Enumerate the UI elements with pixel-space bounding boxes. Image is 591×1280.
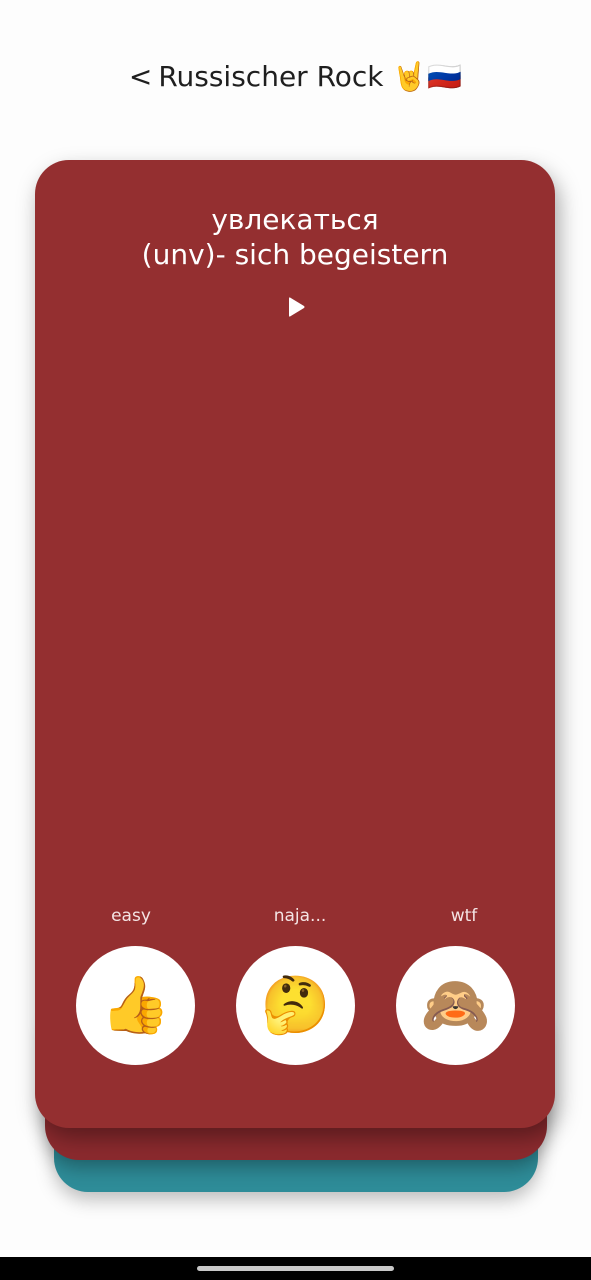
play-icon[interactable] — [288, 296, 306, 318]
home-indicator[interactable] — [197, 1266, 394, 1271]
thumbs-up-icon: 👍 — [100, 972, 171, 1038]
easy-label: easy — [111, 906, 151, 926]
wtf-button[interactable]: 🙈 — [396, 946, 515, 1065]
german-translation: (unv)- sich begeistern — [141, 238, 449, 271]
wtf-label: wtf — [450, 906, 478, 926]
easy-button[interactable]: 👍 — [76, 946, 195, 1065]
thinking-face-icon: 🤔 — [260, 972, 331, 1038]
flashcard-text: увлекаться (unv)- sich begeistern — [35, 202, 555, 272]
naja-label: naja... — [273, 906, 327, 926]
flashcard-screen: < Russischer Rock 🤘🇷🇺 увлекаться (unv)- s… — [0, 0, 591, 1280]
card-stack — [0, 0, 591, 1280]
see-no-evil-monkey-icon: 🙈 — [420, 972, 491, 1038]
russian-word: увлекаться — [211, 203, 379, 236]
naja-button[interactable]: 🤔 — [236, 946, 355, 1065]
